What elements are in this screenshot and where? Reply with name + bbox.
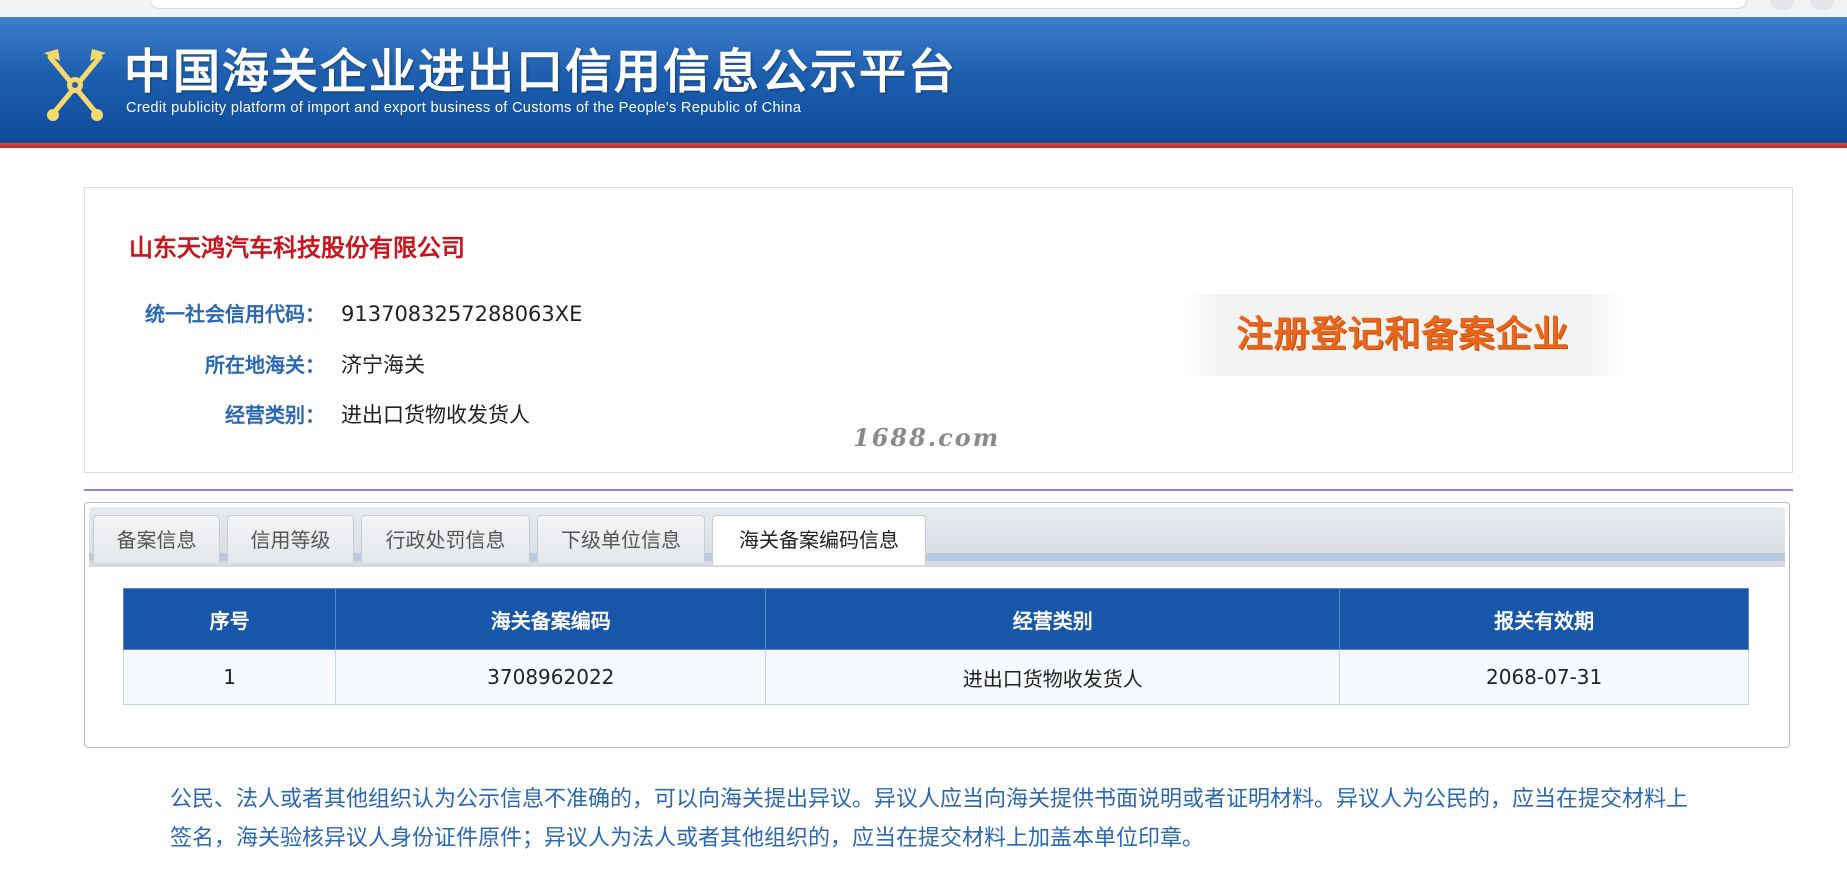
tab-penalty-info[interactable]: 行政处罚信息 bbox=[361, 515, 530, 563]
column-header-index: 序号 bbox=[122, 588, 337, 650]
watermark: 1688.com bbox=[853, 423, 1001, 452]
browser-button[interactable] bbox=[1770, 0, 1794, 10]
objection-notice: 公民、法人或者其他组织认为公示信息不准确的，可以向海关提出异议。异议人应当向海关… bbox=[170, 787, 1689, 851]
tab-filing-info[interactable]: 备案信息 bbox=[93, 515, 220, 563]
business-type-value: 进出口货物收发货人 bbox=[341, 403, 530, 427]
registration-badge: 注册登记和备案企业 bbox=[1184, 294, 1622, 376]
site-title: 中国海关企业进出口信用信息公示平台 bbox=[124, 45, 957, 100]
site-subtitle: Credit publicity platform of import and … bbox=[126, 100, 802, 116]
section-divider bbox=[84, 489, 1793, 491]
company-name: 山东天鸿汽车科技股份有限公司 bbox=[129, 234, 465, 262]
site-header: 中国海关企业进出口信用信息公示平台 Credit publicity platf… bbox=[0, 17, 1847, 143]
address-bar[interactable] bbox=[150, 0, 1747, 9]
cell-index: 1 bbox=[122, 649, 337, 705]
credit-code-label: 统一社会信用代码： bbox=[145, 302, 325, 326]
tab-customs-code-info[interactable]: 海关备案编码信息 bbox=[712, 515, 926, 565]
tab-subordinate-info[interactable]: 下级单位信息 bbox=[537, 515, 705, 563]
business-type-label: 经营类别： bbox=[225, 403, 325, 427]
browser-button[interactable] bbox=[1810, 0, 1834, 10]
cell-code: 3708962022 bbox=[335, 649, 767, 705]
column-header-validity: 报关有效期 bbox=[1339, 588, 1749, 650]
cell-validity: 2068-07-31 bbox=[1339, 649, 1749, 705]
tab-panel: 备案信息 信用等级 行政处罚信息 下级单位信息 海关备案编码信息 序号 海关备案… bbox=[84, 502, 1790, 748]
customs-emblem-icon bbox=[44, 49, 106, 121]
header-accent-line bbox=[0, 143, 1847, 148]
credit-code-value: 9137083257288063XE bbox=[341, 302, 583, 326]
tab-credit-rating[interactable]: 信用等级 bbox=[227, 515, 354, 563]
customs-value: 济宁海关 bbox=[341, 353, 425, 377]
table-header-row: 序号 海关备案编码 经营类别 报关有效期 bbox=[122, 588, 1749, 650]
column-header-business-type: 经营类别 bbox=[765, 588, 1341, 650]
column-header-code: 海关备案编码 bbox=[335, 588, 767, 650]
browser-chrome bbox=[0, 0, 1847, 17]
customs-code-table: 序号 海关备案编码 经营类别 报关有效期 1 3708962022 进出口货物收… bbox=[122, 588, 1749, 705]
table-row: 1 3708962022 进出口货物收发货人 2068-07-31 bbox=[122, 649, 1749, 705]
registration-badge-text: 注册登记和备案企业 bbox=[1236, 314, 1570, 355]
customs-label: 所在地海关： bbox=[205, 353, 325, 377]
cell-business-type: 进出口货物收发货人 bbox=[765, 649, 1341, 705]
